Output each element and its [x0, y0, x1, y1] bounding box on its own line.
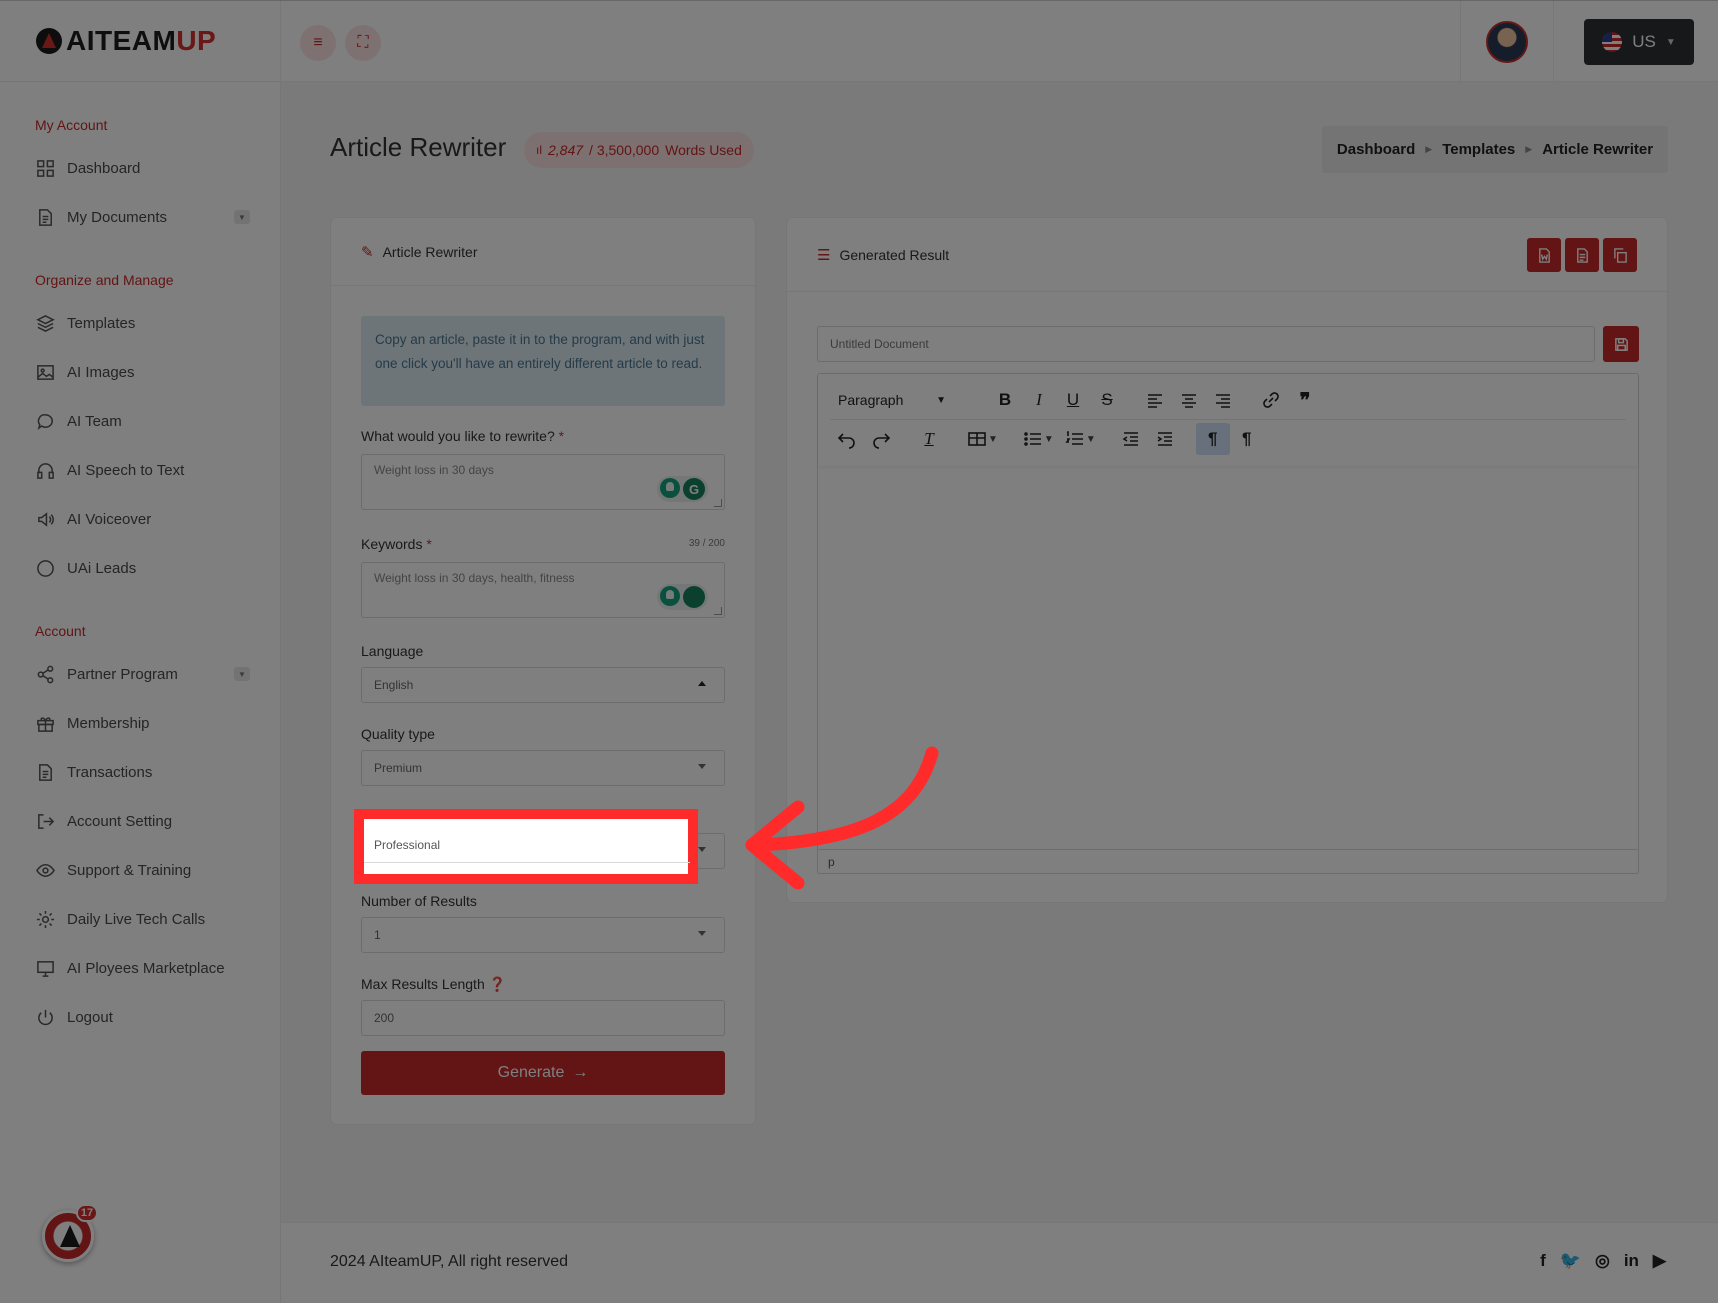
highlight-frame: Professional [354, 809, 698, 884]
pointer-arrow-icon [745, 746, 939, 890]
tone-option-label: Professional [374, 837, 441, 852]
tone-option-professional[interactable]: Professional [364, 827, 690, 863]
dim-overlay [0, 0, 1718, 1303]
